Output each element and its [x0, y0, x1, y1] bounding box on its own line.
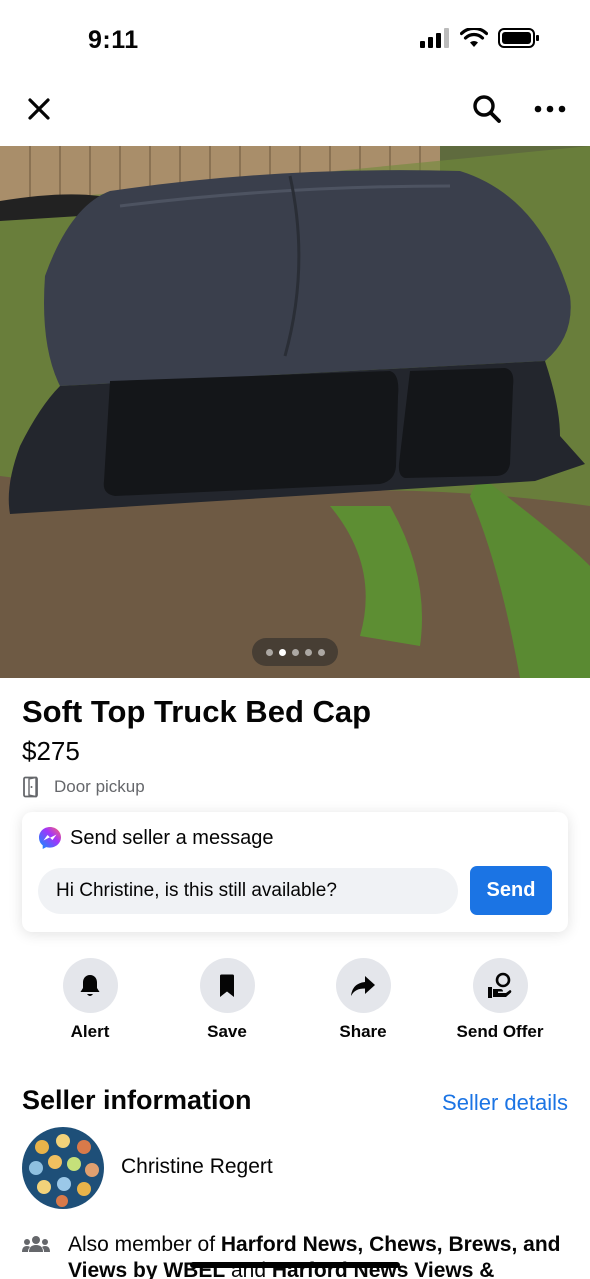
- battery-icon: [498, 28, 539, 48]
- seller-avatar[interactable]: [22, 1127, 104, 1209]
- seller-section-title: Seller information: [22, 1085, 252, 1115]
- group-membership: Also member of Harford News, Chews, Brew…: [22, 1232, 568, 1279]
- share-circle[interactable]: [335, 958, 391, 1013]
- search-button[interactable]: [470, 92, 504, 126]
- wifi-icon: [460, 28, 488, 47]
- action-bar: Alert Save Share Send Offer: [0, 958, 590, 1048]
- home-indicator[interactable]: [190, 1262, 400, 1268]
- search-icon: [473, 95, 501, 123]
- pagination-dot[interactable]: [291, 648, 299, 656]
- share-button[interactable]: Share: [303, 958, 423, 1042]
- message-header-label: Send seller a message: [70, 826, 274, 849]
- seller-details-link[interactable]: Seller details: [442, 1090, 568, 1116]
- message-input[interactable]: [38, 868, 458, 914]
- photo-pagination[interactable]: [252, 638, 338, 666]
- group-icon: [22, 1236, 50, 1252]
- message-header: Send seller a message: [38, 826, 273, 850]
- listing-title: Soft Top Truck Bed Cap: [22, 694, 372, 729]
- status-icons: [420, 28, 540, 48]
- send-offer-label: Send Offer: [456, 1022, 544, 1041]
- alert-label: Alert: [70, 1022, 110, 1041]
- pickup-label: Door pickup: [54, 777, 145, 796]
- pagination-dot[interactable]: [304, 648, 312, 656]
- send-offer-circle[interactable]: [472, 958, 528, 1013]
- more-button[interactable]: [530, 92, 570, 126]
- seller-name[interactable]: Christine Regert: [121, 1155, 273, 1179]
- close-button[interactable]: [22, 92, 56, 126]
- close-icon: [28, 98, 50, 120]
- send-offer-button[interactable]: Send Offer: [440, 958, 560, 1042]
- membership-text: Also member of Harford News, Chews, Brew…: [68, 1232, 568, 1279]
- membership-prefix: Also member of: [68, 1233, 221, 1256]
- alert-button[interactable]: Alert: [30, 958, 150, 1042]
- offer-icon: [488, 972, 512, 998]
- status-bar: 9:11: [0, 0, 590, 80]
- share-arrow-icon: [351, 975, 375, 996]
- more-icon: [534, 105, 566, 113]
- cellular-signal-icon: [420, 28, 449, 48]
- save-button[interactable]: Save: [167, 958, 287, 1042]
- pagination-dot-active[interactable]: [278, 648, 286, 656]
- nav-bar: [0, 88, 590, 132]
- pagination-dot[interactable]: [265, 648, 273, 656]
- message-card: Send seller a message Send: [22, 812, 568, 932]
- share-label: Share: [339, 1022, 387, 1041]
- messenger-icon: [39, 827, 61, 849]
- send-button[interactable]: Send: [470, 866, 552, 915]
- bookmark-icon: [220, 974, 234, 997]
- listing-photo[interactable]: [0, 146, 590, 678]
- status-time: 9:11: [88, 26, 139, 54]
- listing-price: $275: [22, 736, 80, 766]
- pickup-info: Door pickup: [22, 776, 145, 798]
- bell-icon: [80, 974, 100, 996]
- door-icon: [23, 776, 38, 798]
- save-circle[interactable]: [199, 958, 255, 1013]
- alert-circle[interactable]: [62, 958, 118, 1013]
- pagination-dot[interactable]: [317, 648, 325, 656]
- save-label: Save: [207, 1022, 247, 1041]
